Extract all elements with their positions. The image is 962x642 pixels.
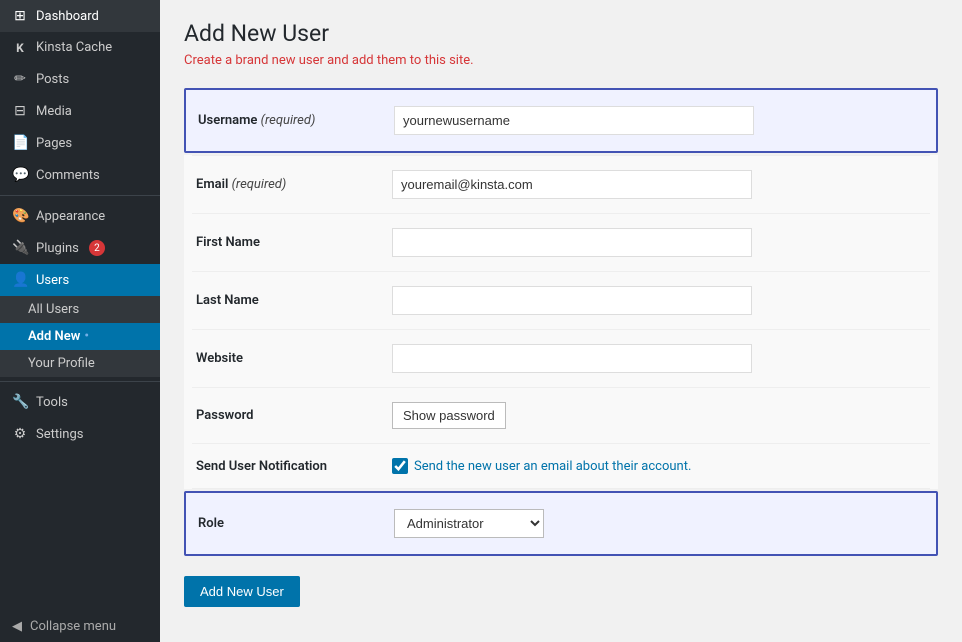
- sidebar-item-label: Settings: [36, 427, 83, 442]
- email-required: (required): [232, 177, 287, 192]
- website-input[interactable]: [392, 344, 752, 373]
- email-label: Email (required): [192, 177, 392, 192]
- collapse-label: Collapse menu: [30, 619, 116, 634]
- submenu-all-users[interactable]: All Users: [0, 296, 160, 323]
- main-content: Add New User Create a brand new user and…: [160, 0, 962, 642]
- plugins-badge: 2: [89, 240, 105, 256]
- sidebar-item-settings[interactable]: ⚙ Settings: [0, 418, 160, 450]
- username-row: Username (required): [194, 100, 928, 141]
- users-submenu: All Users Add New Your Profile: [0, 296, 160, 377]
- divider-1: [0, 195, 160, 196]
- sidebar-item-dashboard[interactable]: ⊞ Dashboard: [0, 0, 160, 32]
- website-label: Website: [192, 351, 392, 366]
- notification-text: Send the new user an email about their a…: [414, 459, 691, 474]
- sidebar-item-tools[interactable]: 🔧 Tools: [0, 386, 160, 418]
- divider-2: [0, 381, 160, 382]
- username-required: (required): [261, 113, 316, 128]
- username-section: Username (required): [184, 88, 938, 153]
- page-title: Add New User: [184, 20, 938, 47]
- username-input[interactable]: [394, 106, 754, 135]
- pages-icon: 📄: [12, 135, 28, 151]
- active-arrow: [154, 264, 160, 296]
- sidebar-item-appearance[interactable]: 🎨 Appearance: [0, 200, 160, 232]
- sidebar-item-label: Pages: [36, 136, 72, 151]
- plugins-icon: 🔌: [12, 240, 28, 256]
- appearance-icon: 🎨: [12, 208, 28, 224]
- username-field: [394, 106, 928, 135]
- firstname-label: First Name: [192, 235, 392, 250]
- firstname-input[interactable]: [392, 228, 752, 257]
- role-field: Administrator Editor Author Contributor …: [394, 509, 928, 538]
- sidebar: ⊞ Dashboard K Kinsta Cache ✏ Posts ⊟ Med…: [0, 0, 160, 642]
- sidebar-item-label: Media: [36, 104, 72, 119]
- sidebar-item-users[interactable]: 👤 Users: [0, 264, 160, 296]
- firstname-row: First Name: [192, 214, 930, 272]
- sidebar-item-label: Users: [36, 273, 69, 288]
- sidebar-item-label: Plugins: [36, 241, 79, 256]
- dashboard-icon: ⊞: [12, 8, 28, 24]
- notification-checkbox[interactable]: [392, 458, 408, 474]
- collapse-menu[interactable]: ◀ Collapse menu: [0, 611, 160, 642]
- lastname-row: Last Name: [192, 272, 930, 330]
- media-icon: ⊟: [12, 103, 28, 119]
- email-field: [392, 170, 930, 199]
- tools-icon: 🔧: [12, 394, 28, 410]
- sidebar-item-media[interactable]: ⊟ Media: [0, 95, 160, 127]
- notification-field: Send the new user an email about their a…: [392, 458, 930, 474]
- submenu-add-new[interactable]: Add New: [0, 323, 160, 350]
- submenu-your-profile[interactable]: Your Profile: [0, 350, 160, 377]
- lastname-field: [392, 286, 930, 315]
- sidebar-item-comments[interactable]: 💬 Comments: [0, 159, 160, 191]
- website-row: Website: [192, 330, 930, 388]
- password-field: Show password: [392, 402, 930, 429]
- lastname-input[interactable]: [392, 286, 752, 315]
- show-password-button[interactable]: Show password: [392, 402, 506, 429]
- sidebar-item-label: Posts: [36, 72, 69, 87]
- notification-label: Send User Notification: [192, 459, 392, 474]
- firstname-field: [392, 228, 930, 257]
- sidebar-item-plugins[interactable]: 🔌 Plugins 2: [0, 232, 160, 264]
- add-new-user-button[interactable]: Add New User: [184, 576, 300, 607]
- lastname-label: Last Name: [192, 293, 392, 308]
- settings-icon: ⚙: [12, 426, 28, 442]
- website-field: [392, 344, 930, 373]
- users-icon: 👤: [12, 272, 28, 288]
- notification-row: Send User Notification Send the new user…: [192, 444, 930, 489]
- password-row: Password Show password: [192, 388, 930, 444]
- sidebar-item-label: Dashboard: [36, 9, 99, 24]
- sidebar-item-kinsta-cache[interactable]: K Kinsta Cache: [0, 32, 160, 63]
- username-label: Username (required): [194, 113, 394, 128]
- subtitle: Create a brand new user and add them to …: [184, 53, 938, 68]
- sidebar-item-label: Comments: [36, 168, 100, 183]
- email-input[interactable]: [392, 170, 752, 199]
- sidebar-item-label: Tools: [36, 395, 68, 410]
- sidebar-item-posts[interactable]: ✏ Posts: [0, 63, 160, 95]
- posts-icon: ✏: [12, 71, 28, 87]
- role-select[interactable]: Administrator Editor Author Contributor …: [394, 509, 544, 538]
- form-section: Email (required) First Name Last Name We…: [184, 155, 938, 489]
- role-section: Role Administrator Editor Author Contrib…: [184, 491, 938, 556]
- password-label: Password: [192, 408, 392, 423]
- collapse-icon: ◀: [12, 619, 22, 634]
- sidebar-item-label: Appearance: [36, 209, 105, 224]
- sidebar-item-label: Kinsta Cache: [36, 40, 112, 55]
- role-label: Role: [194, 516, 394, 531]
- notification-checkbox-row: Send the new user an email about their a…: [392, 458, 930, 474]
- sidebar-item-pages[interactable]: 📄 Pages: [0, 127, 160, 159]
- role-row: Role Administrator Editor Author Contrib…: [194, 503, 928, 544]
- kinsta-icon: K: [12, 41, 28, 55]
- comments-icon: 💬: [12, 167, 28, 183]
- email-row: Email (required): [192, 155, 930, 214]
